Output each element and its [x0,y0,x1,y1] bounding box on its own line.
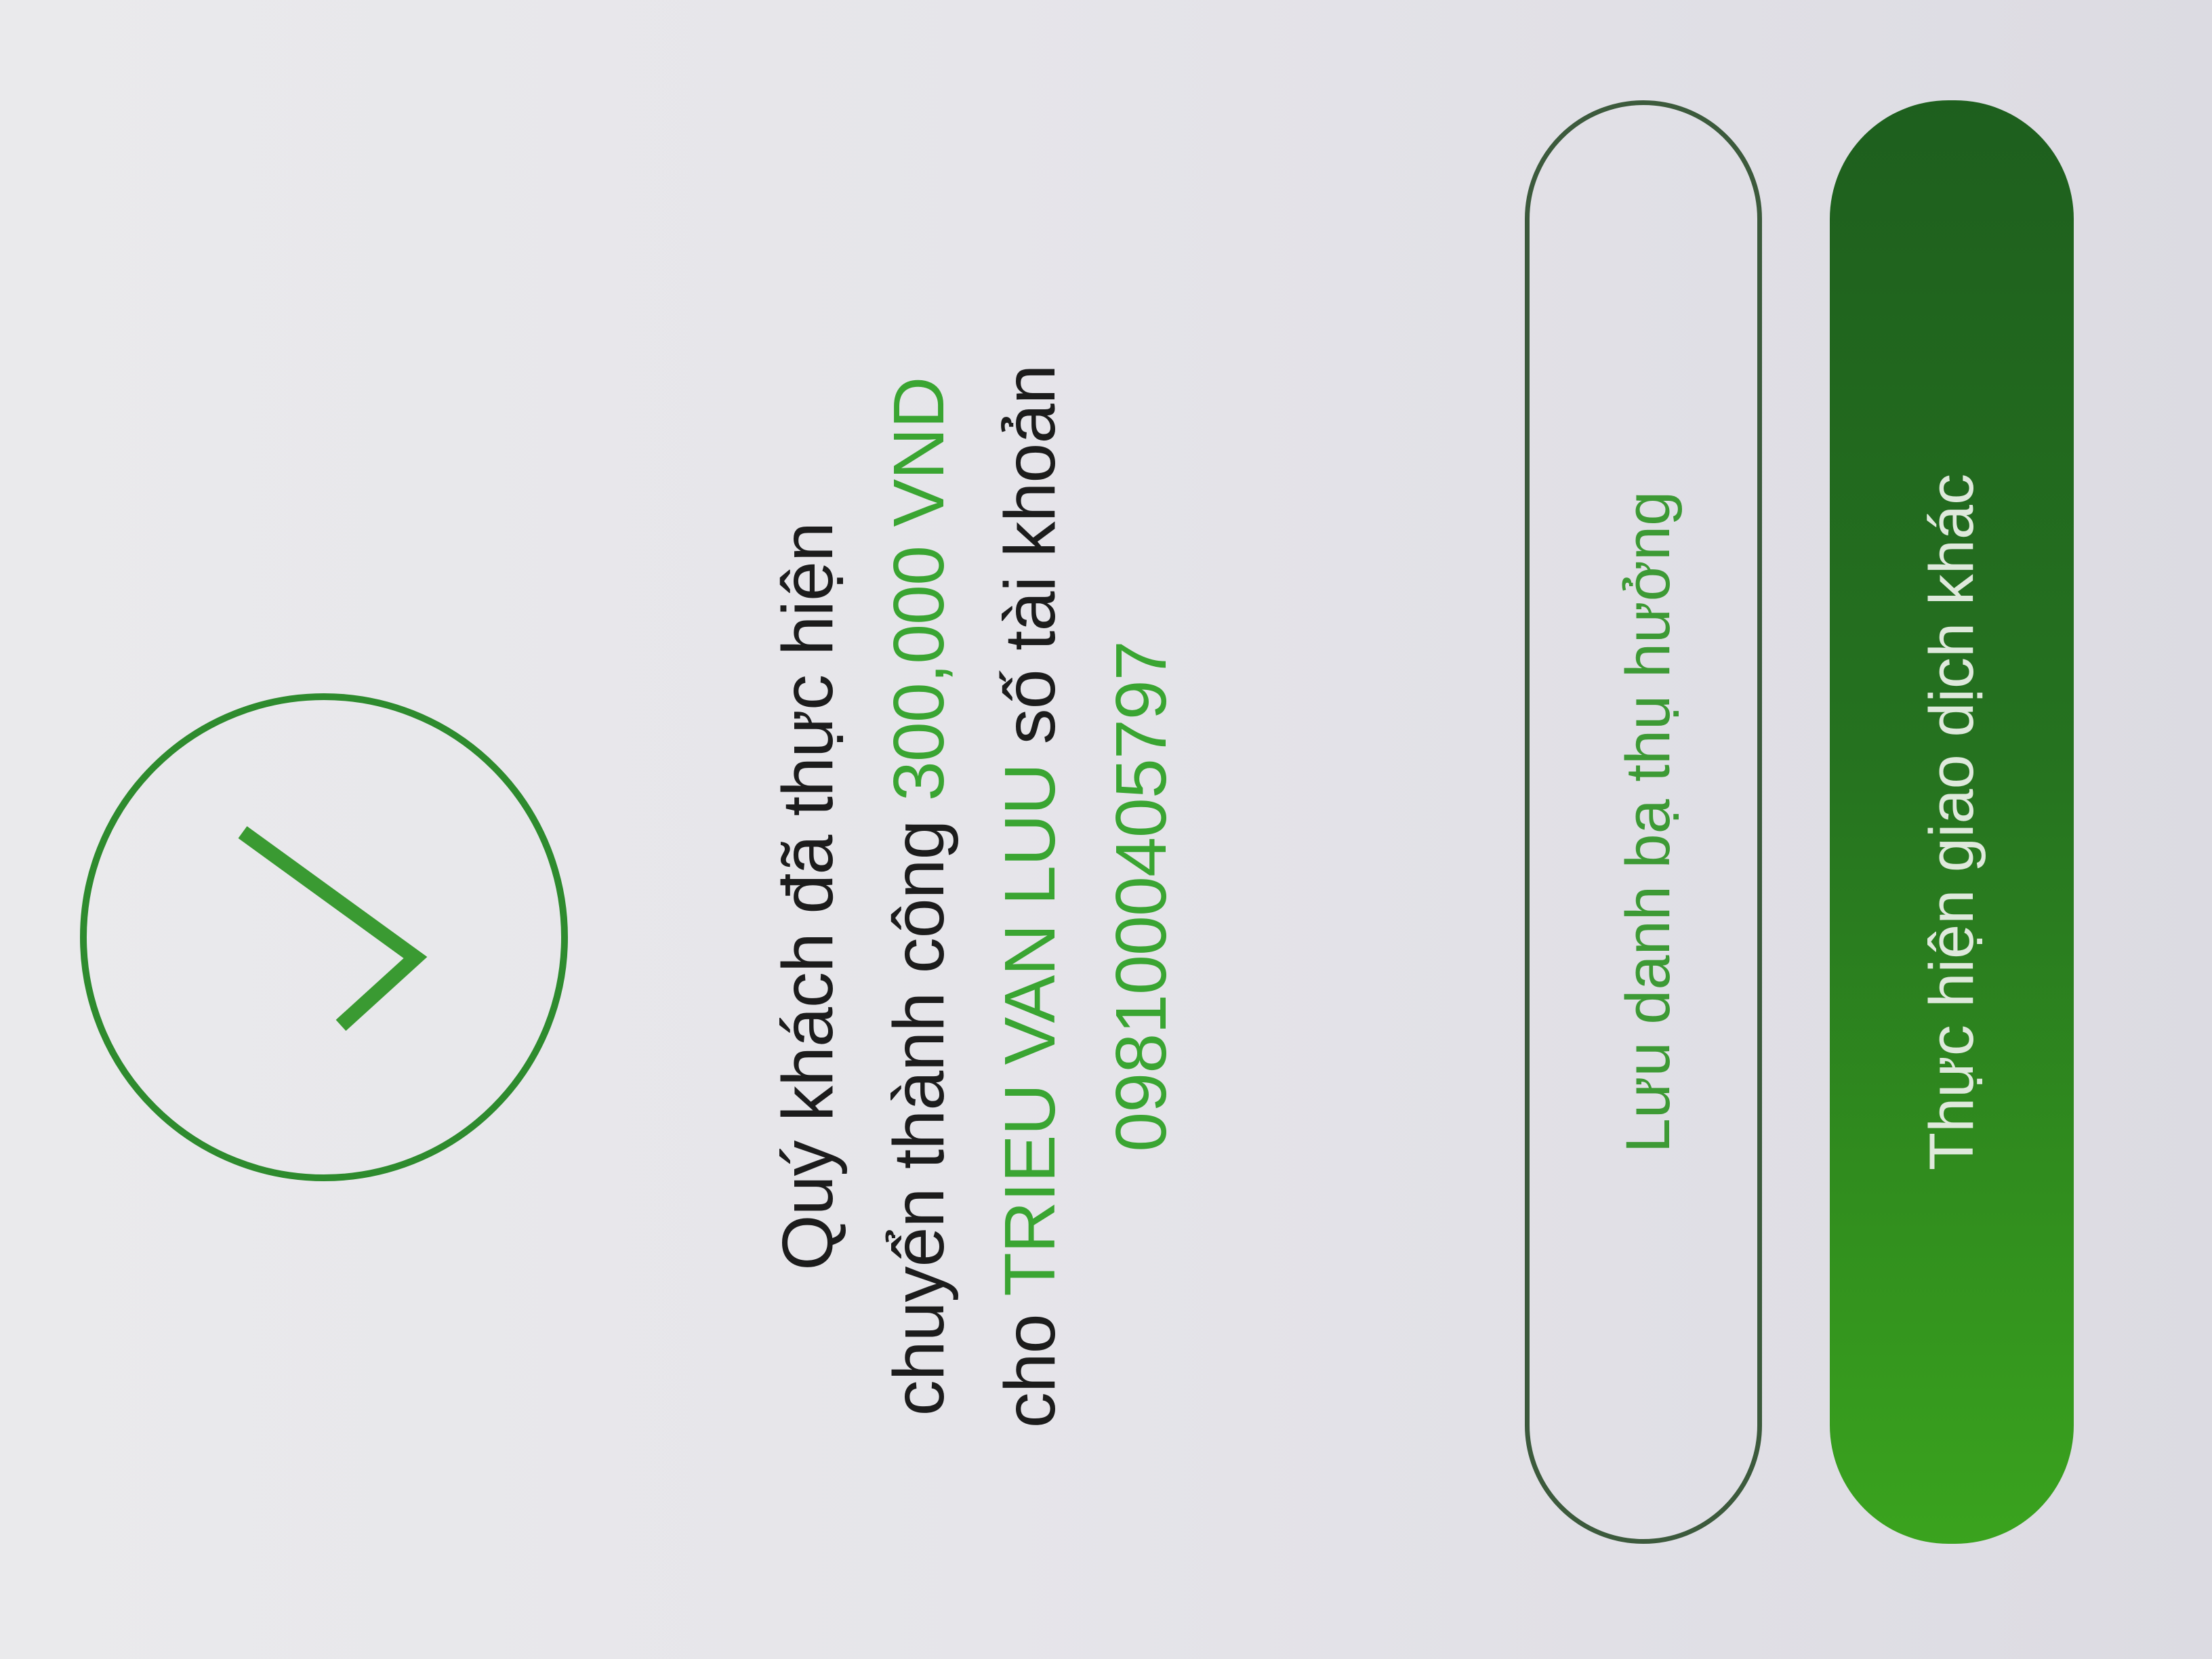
transfer-amount: 300,000 VND [879,377,959,802]
message-line-4: 0981000405797 [1086,270,1197,1523]
account-number: 0981000405797 [1101,641,1181,1152]
message-line-2-prefix: chuyển thành công [879,801,959,1416]
message-line-3-suffix: số tài khoản [990,365,1070,764]
success-message: Quý khách đã thực hiện chuyển thành công… [752,270,1197,1523]
recipient-name: TRIEU VAN LUU [990,763,1070,1296]
message-line-3: cho TRIEU VAN LUU số tài khoản [975,270,1086,1523]
message-line-1: Quý khách đã thực hiện [752,270,863,1523]
message-line-3-prefix: cho [990,1296,1070,1429]
save-beneficiary-label: Lưu danh bạ thụ hưởng [1614,491,1683,1153]
transfer-success-screen: Quý khách đã thực hiện chuyển thành công… [0,0,2212,1659]
checkmark-icon [238,826,428,1031]
message-line-1-text: Quý khách đã thực hiện [768,523,848,1271]
save-beneficiary-button[interactable]: Lưu danh bạ thụ hưởng [1525,100,1762,1544]
photo-frame: Quý khách đã thực hiện chuyển thành công… [0,0,2212,1659]
new-transaction-label: Thực hiện giao dịch khác [1917,473,1986,1171]
success-check-circle-icon [80,693,568,1181]
message-line-2: chuyển thành công 300,000 VND [863,270,975,1523]
new-transaction-button[interactable]: Thực hiện giao dịch khác [1830,100,2074,1544]
